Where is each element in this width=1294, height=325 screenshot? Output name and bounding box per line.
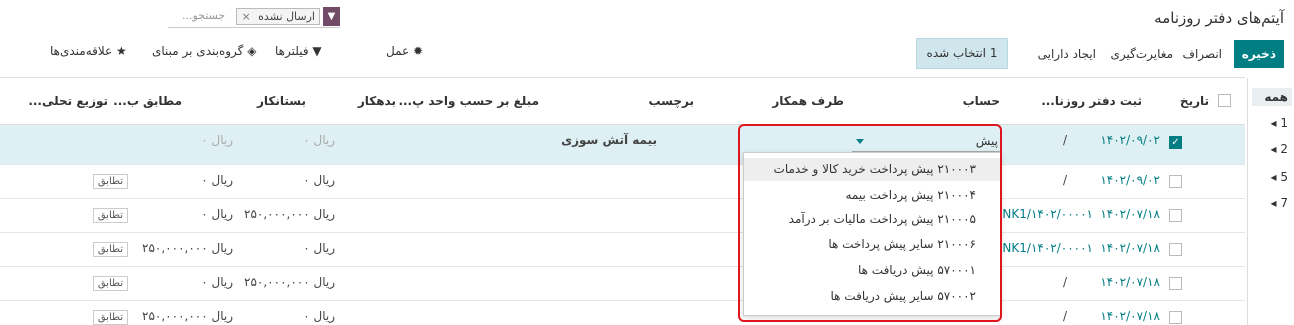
side-item-label: 7 (1280, 196, 1288, 210)
cell-entry[interactable]: / (1063, 275, 1067, 289)
cell-debit[interactable]: ریال ۰ (303, 173, 335, 187)
cell-debit[interactable]: ریال ۰ (303, 133, 335, 147)
row-checkbox[interactable] (1169, 277, 1182, 290)
filters-label: فیلترها (275, 44, 309, 58)
star-icon: ★ (116, 44, 127, 58)
filters-menu[interactable]: ▼ فیلترها (275, 44, 322, 58)
row-checkbox[interactable] (1169, 243, 1182, 256)
match-button[interactable]: تطابق (92, 242, 128, 257)
cell-date[interactable]: ۱۴۰۲/۰۹/۰۲ (1100, 133, 1160, 147)
favorites-menu[interactable]: ★ علاقه‌مندی‌ها (50, 44, 127, 58)
toolbar-divider (0, 77, 1245, 78)
side-item-label: 1 (1280, 116, 1288, 130)
row-checkbox[interactable] (1169, 209, 1182, 222)
facet-label: ارسال نشده (258, 10, 315, 23)
cell-credit[interactable]: ریال ۲۵۰,۰۰۰,۰۰۰ (142, 241, 233, 255)
group-by-label: گروه‌بندی بر مبنای (152, 44, 244, 58)
col-matching[interactable]: مطابق ب... (113, 94, 182, 108)
side-item-5[interactable]: 5 ◂ (1271, 170, 1289, 184)
action-label: عمل (386, 44, 410, 58)
table-row[interactable]: ۱۴۰۲/۰۹/۰۲ / ریال ۰ ریال ۰ تطابق (0, 165, 1245, 199)
col-analytic[interactable]: توزیع تحلی... (28, 94, 108, 108)
side-item-2[interactable]: 2 ◂ (1271, 142, 1289, 156)
page-title: آیتم‌های دفتر روزنامه (1154, 9, 1284, 27)
search-input[interactable]: جستجو... (182, 9, 225, 22)
caret-left-icon: ◂ (1270, 196, 1277, 210)
cell-credit[interactable]: ریال ۰ (201, 173, 233, 187)
caret-left-icon: ◂ (1270, 142, 1277, 156)
cell-entry[interactable]: BNK1/۱۴۰۲/۰۰۰۰۱ (994, 241, 1093, 255)
search-box[interactable]: ▼ ارسال نشده × جستجو... (168, 6, 340, 28)
table-row[interactable]: ۱۴۰۲/۰۷/۱۸ / ریال ۲۵۰,۰۰۰,۰۰۰ ریال ۰ تطا… (0, 267, 1245, 301)
cell-debit[interactable]: ریال ۲۵۰,۰۰۰,۰۰۰ (244, 207, 335, 221)
match-button[interactable]: تطابق (92, 208, 128, 223)
row-checkbox[interactable] (1169, 175, 1182, 188)
gear-icon: ✹ (413, 44, 424, 58)
match-button[interactable]: تطابق (92, 174, 128, 189)
cell-date[interactable]: ۱۴۰۲/۰۷/۱۸ (1100, 241, 1160, 255)
cell-credit[interactable]: ریال ۲۵۰,۰۰۰,۰۰۰ (142, 309, 233, 323)
caret-left-icon: ◂ (1270, 116, 1277, 130)
col-date[interactable]: تاریخ (1180, 94, 1209, 108)
facet-remove-icon[interactable]: × (241, 10, 250, 23)
discard-button[interactable]: انصراف (1183, 40, 1222, 68)
cell-date[interactable]: ۱۴۰۲/۰۷/۱۸ (1100, 275, 1160, 289)
favorites-label: علاقه‌مندی‌ها (50, 44, 113, 58)
cell-credit[interactable]: ریال ۰ (201, 207, 233, 221)
col-partner[interactable]: طرف همکار (772, 94, 844, 108)
row-checkbox[interactable]: ✓ (1169, 136, 1182, 149)
create-asset-button[interactable]: ایجاد دارایی (1038, 40, 1096, 68)
col-credit[interactable]: بستانکار (257, 94, 306, 108)
group-by-menu[interactable]: ◈ گروه‌بندی بر مبنای (152, 44, 256, 58)
side-item-1[interactable]: 1 ◂ (1271, 116, 1289, 130)
side-item-7[interactable]: 7 ◂ (1271, 196, 1289, 210)
col-debit[interactable]: بدهکار (358, 94, 396, 108)
match-button[interactable]: تطابق (92, 276, 128, 291)
highlight-frame (738, 124, 1002, 322)
cell-entry[interactable]: / (1063, 133, 1067, 147)
col-journal-entry[interactable]: ثبت دفتر روزنا... (1041, 94, 1142, 108)
table-row[interactable]: ۱۴۰۲/۰۷/۱۸ BNK1/۱۴۰۲/۰۰۰۰۱ ریال ۲۵۰,۰۰۰,… (0, 199, 1245, 233)
side-item-label: 2 (1280, 142, 1288, 156)
cell-debit[interactable]: ریال ۰ (303, 309, 335, 323)
cell-date[interactable]: ۱۴۰۲/۰۷/۱۸ (1100, 309, 1160, 323)
table-row[interactable]: ۱۴۰۲/۰۷/۱۸ / ریال ۰ ریال ۲۵۰,۰۰۰,۰۰۰ تطا… (0, 301, 1245, 325)
filter-icon: ▼ (323, 7, 340, 26)
cell-entry[interactable]: / (1063, 309, 1067, 323)
caret-left-icon: ◂ (1270, 170, 1277, 184)
save-button[interactable]: ذخیره (1233, 40, 1284, 68)
col-label[interactable]: برچسب (648, 94, 694, 108)
select-all-checkbox[interactable] (1218, 94, 1231, 107)
match-button[interactable]: تطابق (92, 310, 128, 325)
cell-label[interactable]: بیمه آتش سوزی (561, 133, 657, 147)
cell-credit[interactable]: ریال ۰ (201, 133, 233, 147)
layers-icon: ◈ (247, 44, 257, 58)
table-row[interactable]: ۱۴۰۲/۰۷/۱۸ BNK1/۱۴۰۲/۰۰۰۰۱ ریال ۰ ریال ۲… (0, 233, 1245, 267)
cell-date[interactable]: ۱۴۰۲/۰۷/۱۸ (1100, 207, 1160, 221)
side-item-all[interactable]: همه (1252, 88, 1292, 106)
table-row[interactable]: ✓ ۱۴۰۲/۰۹/۰۲ / بیمه آتش سوزی ریال ۰ ریال… (0, 125, 1245, 165)
action-menu[interactable]: ✹ عمل (386, 44, 423, 58)
selected-count[interactable]: 1 انتخاب شده (916, 38, 1008, 69)
filter-funnel-icon: ▼ (312, 44, 322, 58)
side-item-label: 5 (1280, 170, 1288, 184)
cell-entry[interactable]: / (1063, 173, 1067, 187)
row-checkbox[interactable] (1169, 311, 1182, 324)
filter-facet[interactable]: ارسال نشده × (236, 8, 320, 25)
cell-debit[interactable]: ریال ۰ (303, 241, 335, 255)
cell-entry[interactable]: BNK1/۱۴۰۲/۰۰۰۰۱ (994, 207, 1093, 221)
cell-credit[interactable]: ریال ۰ (201, 275, 233, 289)
journal-side-panel: همه 1 ◂ 2 ◂ 5 ◂ 7 ◂ (1247, 78, 1294, 325)
col-account[interactable]: حساب (963, 94, 1000, 108)
cell-debit[interactable]: ریال ۲۵۰,۰۰۰,۰۰۰ (244, 275, 335, 289)
cell-date[interactable]: ۱۴۰۲/۰۹/۰۲ (1100, 173, 1160, 187)
col-amount-currency[interactable]: مبلغ بر حسب واحد پ... (398, 94, 539, 108)
reconcile-button[interactable]: مغایرت‌گیری (1111, 40, 1173, 68)
